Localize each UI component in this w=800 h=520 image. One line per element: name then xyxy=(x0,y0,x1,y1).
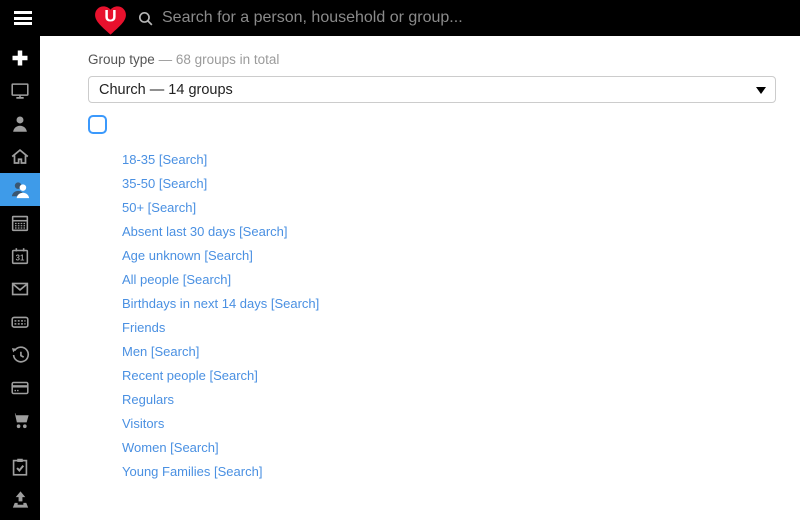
svg-text:31: 31 xyxy=(16,253,25,262)
search-icon xyxy=(138,11,153,25)
sidebar-item-person[interactable] xyxy=(0,107,40,140)
group-list-item: Absent last 30 days [Search] xyxy=(122,219,776,243)
plus-icon xyxy=(12,50,28,65)
sidebar-item-upload[interactable] xyxy=(0,483,40,516)
group-link[interactable]: Friends xyxy=(122,320,165,335)
group-link[interactable]: 35-50 [Search] xyxy=(122,176,207,191)
person-icon xyxy=(13,115,27,132)
group-link[interactable]: Birthdays in next 14 days [Search] xyxy=(122,296,319,311)
history-clock-icon xyxy=(11,345,30,363)
group-link[interactable]: Age unknown [Search] xyxy=(122,248,253,263)
global-search xyxy=(135,9,800,27)
group-type-select[interactable]: Church — 14 groups xyxy=(88,76,776,103)
monitor-icon xyxy=(11,82,29,99)
group-list-item: Birthdays in next 14 days [Search] xyxy=(122,291,776,315)
group-type-label: Group type xyxy=(88,52,155,67)
group-list-item: All people [Search] xyxy=(122,267,776,291)
group-link[interactable]: Men [Search] xyxy=(122,344,199,359)
group-type-heading: Group type — 68 groups in total xyxy=(88,52,776,67)
sidebar-item-card[interactable] xyxy=(0,371,40,404)
search-input[interactable] xyxy=(162,9,800,27)
group-list-item: Regulars xyxy=(122,387,776,411)
group-list-item: Men [Search] xyxy=(122,339,776,363)
group-list-item: 35-50 [Search] xyxy=(122,171,776,195)
group-list: 18-35 [Search] 35-50 [Search] 50+ [Searc… xyxy=(122,147,776,483)
hamburger-menu-icon[interactable] xyxy=(14,9,32,28)
group-list-item: Age unknown [Search] xyxy=(122,243,776,267)
group-link[interactable]: Absent last 30 days [Search] xyxy=(122,224,287,239)
select-all-checkbox[interactable] xyxy=(88,115,107,134)
sidebar-item-calendar-date[interactable]: 31 xyxy=(0,239,40,272)
group-list-item: Friends xyxy=(122,315,776,339)
dropdown-arrow-icon xyxy=(756,86,766,94)
credit-card-icon xyxy=(11,381,29,394)
calendar-grid-icon xyxy=(11,215,29,231)
group-link[interactable]: All people [Search] xyxy=(122,272,231,287)
main-content: Group type — 68 groups in total Church —… xyxy=(40,36,800,520)
sidebar-item-keyboard[interactable] xyxy=(0,305,40,338)
group-list-item: 18-35 [Search] xyxy=(122,147,776,171)
group-link[interactable]: Recent people [Search] xyxy=(122,368,258,383)
group-list-item: Visitors xyxy=(122,411,776,435)
group-list-item: Women [Search] xyxy=(122,435,776,459)
sidebar-item-mail[interactable] xyxy=(0,272,40,305)
upload-tray-icon xyxy=(12,491,28,508)
keyboard-icon xyxy=(11,316,29,328)
group-list-item: Young Families [Search] xyxy=(122,459,776,483)
sidebar-item-calendar[interactable] xyxy=(0,206,40,239)
sidebar-item-clipboard[interactable] xyxy=(0,450,40,483)
sidebar-item-add[interactable] xyxy=(0,41,40,74)
svg-text:U: U xyxy=(104,6,116,25)
group-link[interactable]: Regulars xyxy=(122,392,174,407)
calendar-31-icon: 31 xyxy=(11,247,29,264)
people-group-icon xyxy=(11,182,29,199)
group-link[interactable]: Visitors xyxy=(122,416,164,431)
group-link[interactable]: 18-35 [Search] xyxy=(122,152,207,167)
sidebar-item-history[interactable] xyxy=(0,338,40,371)
group-list-item: 50+ [Search] xyxy=(122,195,776,219)
sidebar-item-monitor[interactable] xyxy=(0,74,40,107)
group-list-item: Recent people [Search] xyxy=(122,363,776,387)
sidebar-item-home[interactable] xyxy=(0,140,40,173)
group-link[interactable]: 50+ [Search] xyxy=(122,200,196,215)
group-type-summary: — 68 groups in total xyxy=(158,52,280,67)
group-type-select-value: Church — 14 groups xyxy=(99,81,233,98)
sidebar-nav: 31 xyxy=(0,36,40,520)
sidebar-item-groups[interactable] xyxy=(0,173,40,206)
shopping-cart-icon xyxy=(11,413,29,429)
envelope-icon xyxy=(11,282,29,295)
sidebar-item-cart[interactable] xyxy=(0,404,40,437)
top-bar: U xyxy=(0,0,800,36)
group-link[interactable]: Young Families [Search] xyxy=(122,464,262,479)
group-link[interactable]: Women [Search] xyxy=(122,440,219,455)
home-icon xyxy=(11,148,29,164)
heart-logo-icon: U xyxy=(95,6,126,35)
clipboard-check-icon xyxy=(12,458,28,476)
